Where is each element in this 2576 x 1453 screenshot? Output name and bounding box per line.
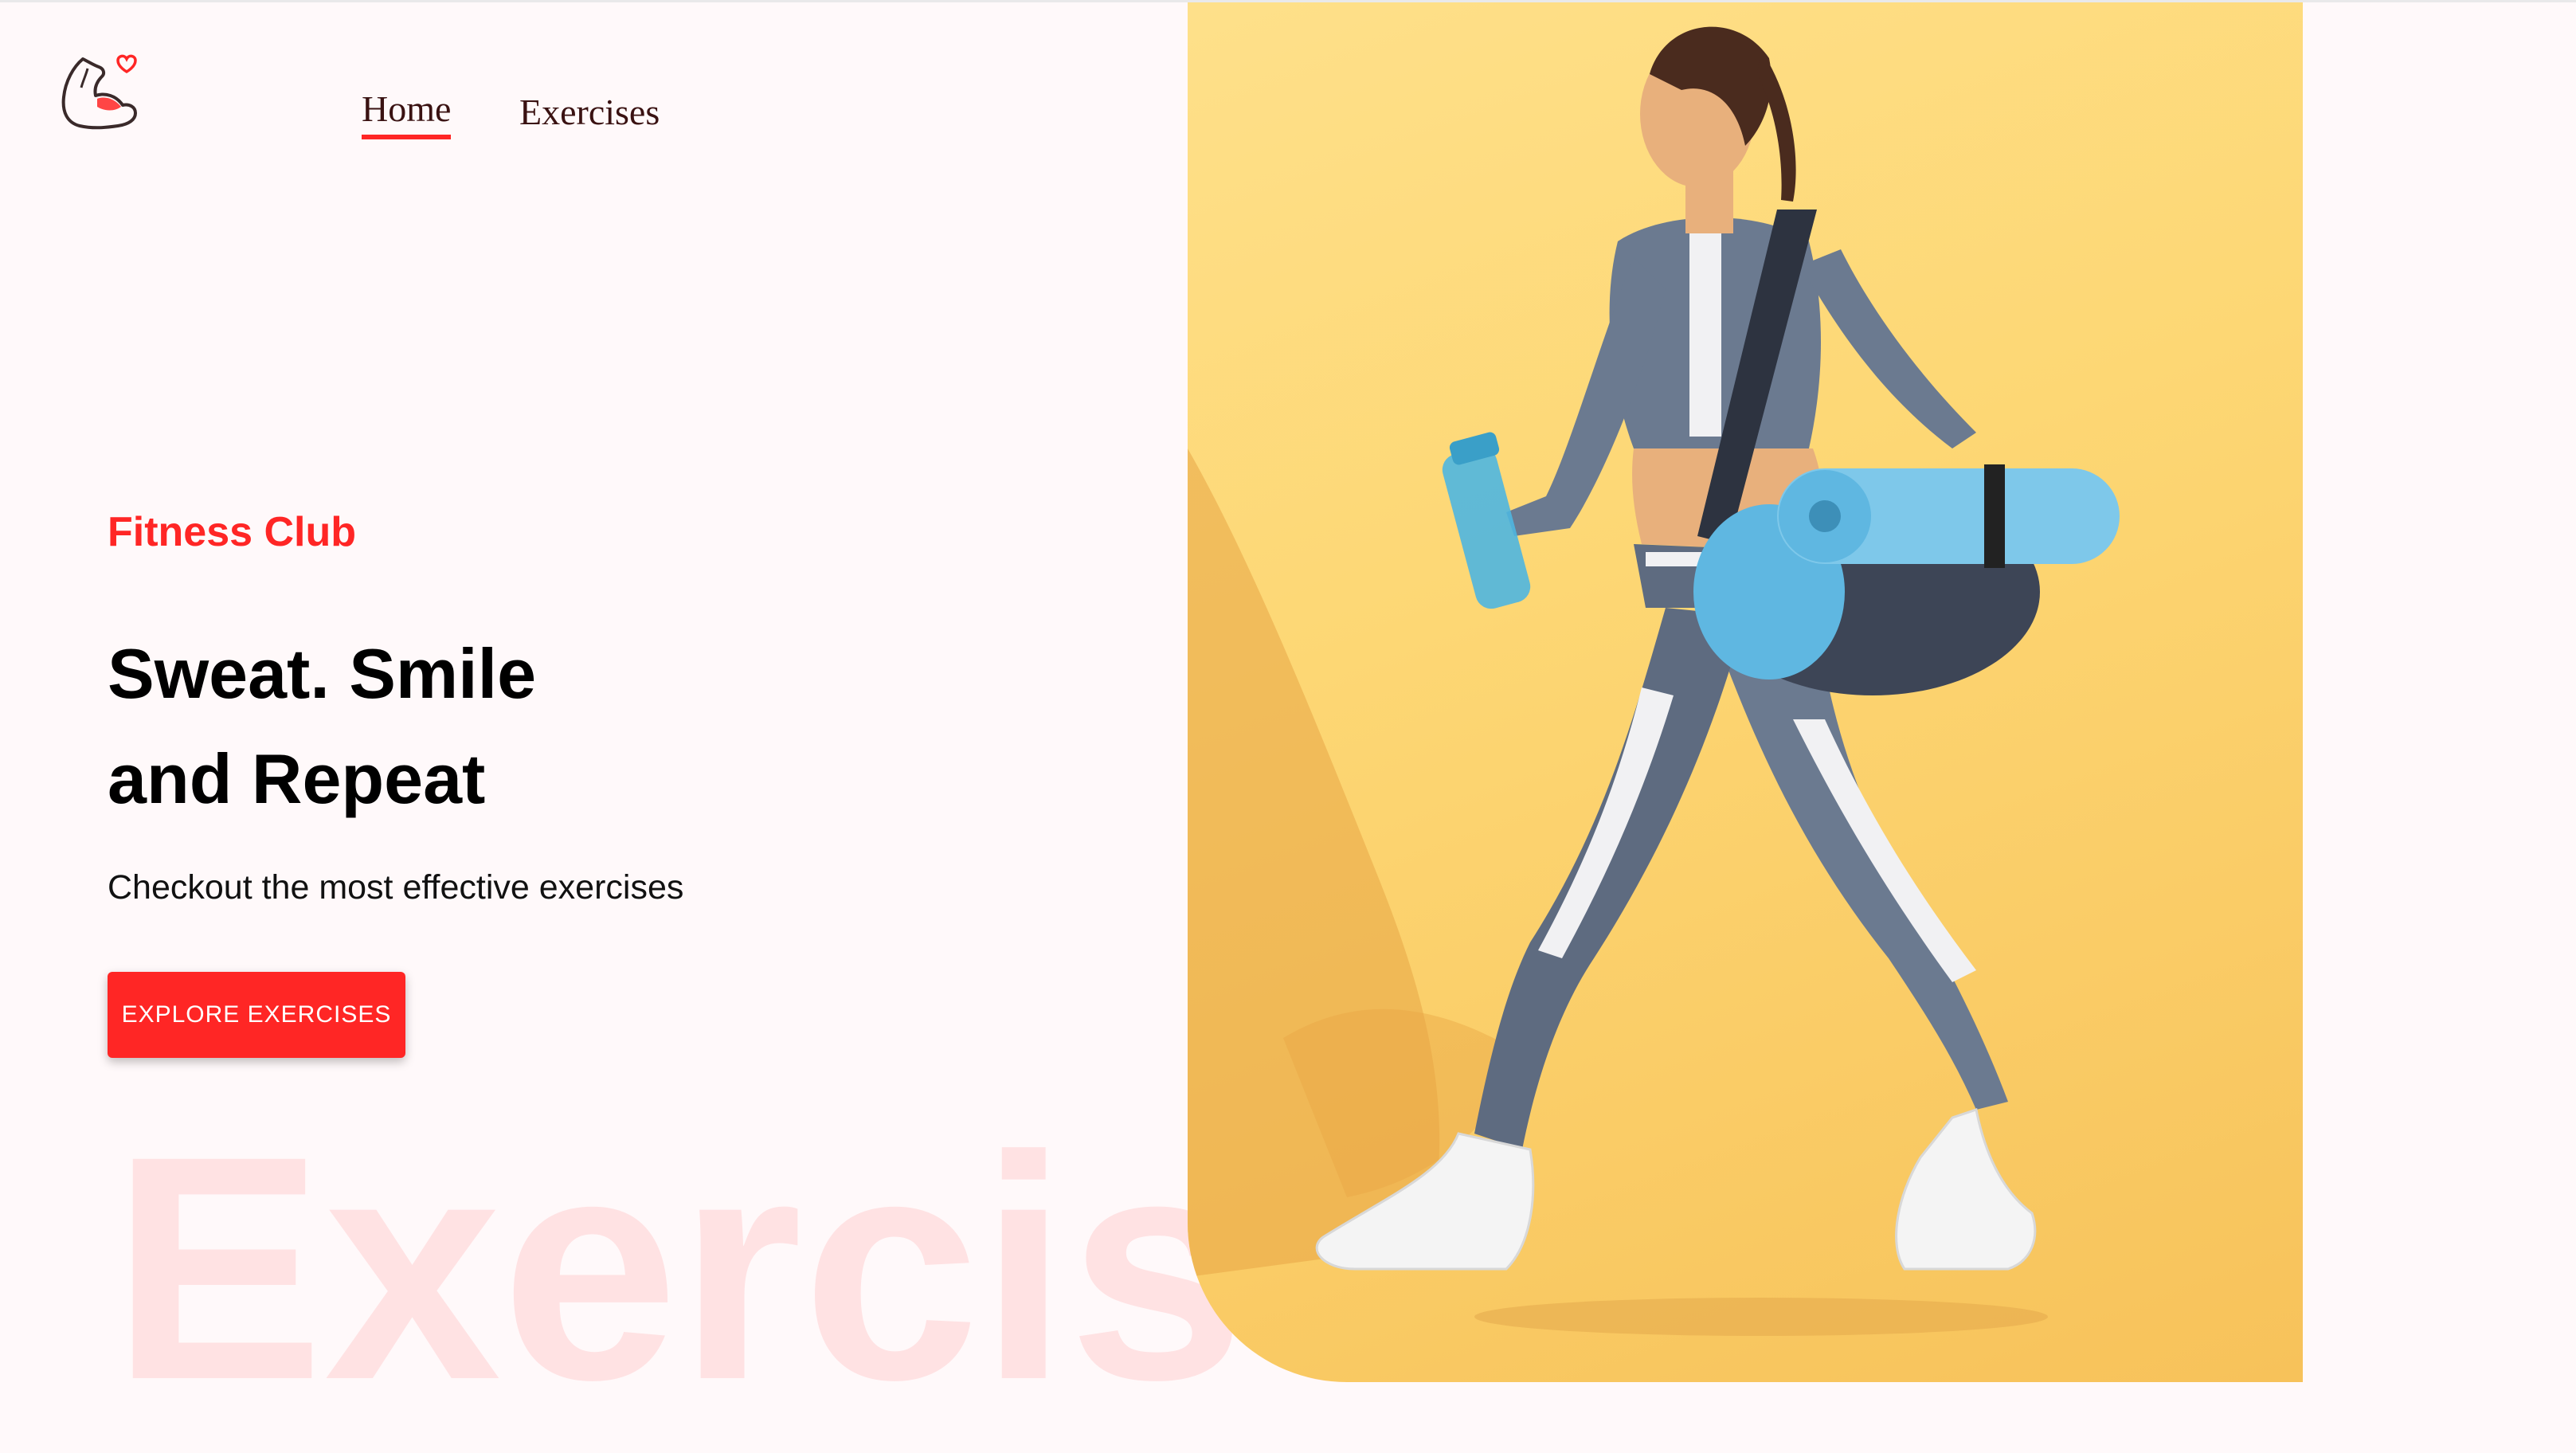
hero-title-line-2: and Repeat [108,739,486,818]
hero-subtitle: Checkout the most effective exercises [108,868,684,907]
logo-icon[interactable] [59,49,139,132]
nav-link-exercises[interactable]: Exercises [519,91,660,133]
hero-kicker: Fitness Club [108,509,357,555]
nav-link-home[interactable]: Home [362,88,452,139]
explore-exercises-button[interactable]: EXPLORE EXERCISES [108,972,405,1058]
hero-title: Sweat. Smile and Repeat [108,621,536,832]
hero-title-line-1: Sweat. Smile [108,634,537,713]
hero-banner-image [1188,2,2303,1382]
